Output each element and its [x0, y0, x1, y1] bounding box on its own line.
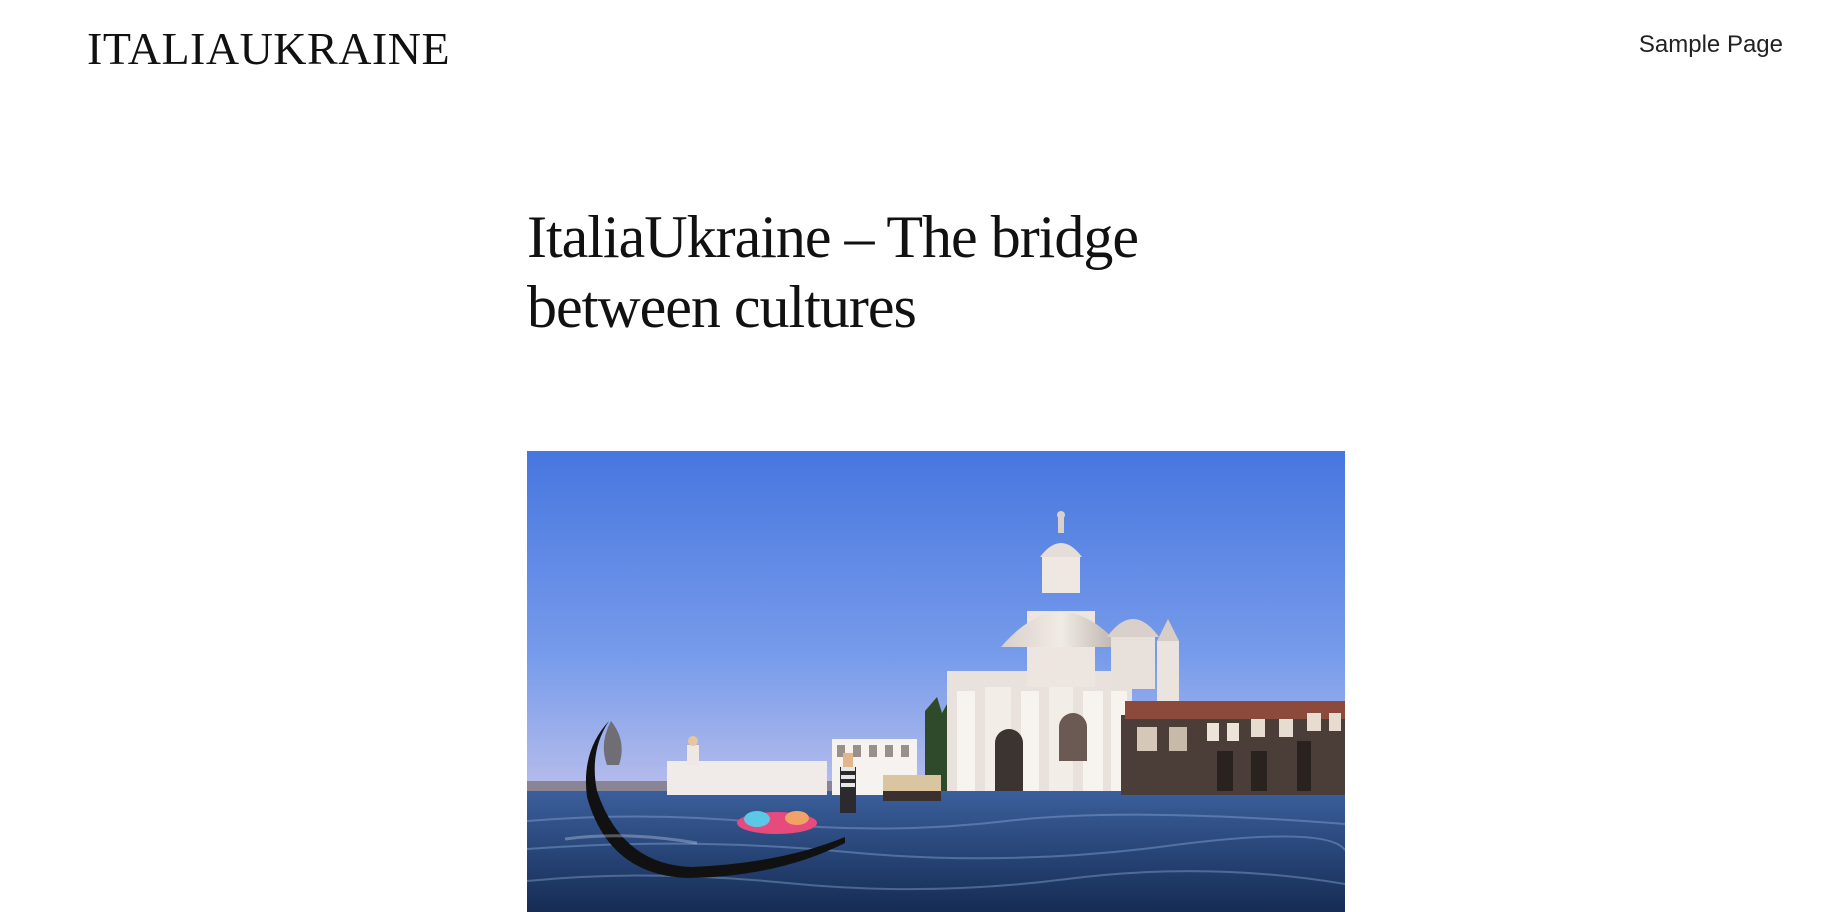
nav-item-sample-page[interactable]: Sample Page	[1639, 31, 1783, 58]
primary-navigation: Sample Page	[1639, 33, 1783, 57]
post-title: ItaliaUkraine – The bridge between cultu…	[527, 204, 1139, 340]
site-header: ITALIAUKRAINE Sample Page	[0, 0, 1839, 110]
venice-gondola-basilica-image	[527, 451, 1345, 912]
site-title-link[interactable]: ITALIAUKRAINE	[87, 26, 450, 72]
featured-image	[527, 451, 1345, 912]
